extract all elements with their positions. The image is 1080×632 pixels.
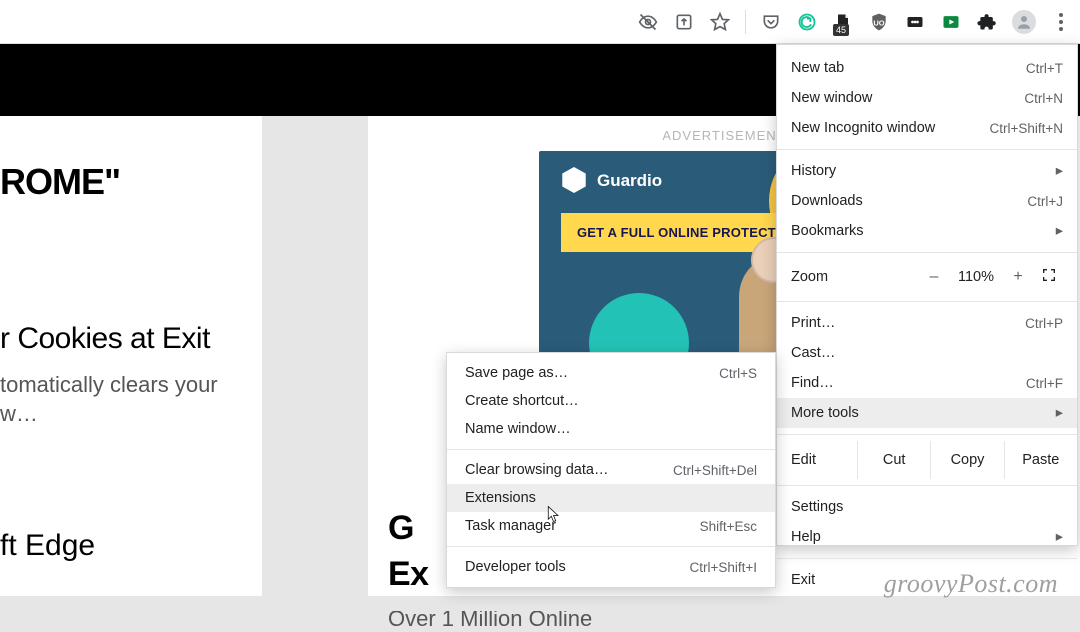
menu-zoom-row: Zoom – 110% + — [777, 259, 1077, 295]
star-icon[interactable] — [709, 11, 731, 33]
headline-line2: Ex — [388, 552, 429, 598]
chevron-right-icon: ▸ — [1056, 223, 1063, 239]
submenu-create-shortcut[interactable]: Create shortcut… — [447, 387, 775, 415]
extension-icon-green[interactable] — [940, 11, 962, 33]
headline-fragment-group: G Ex — [388, 506, 429, 598]
menu-edit-row: Edit Cut Copy Paste — [777, 441, 1077, 479]
menu-cut-button[interactable]: Cut — [857, 441, 930, 479]
extension-badge: 45 — [833, 24, 849, 36]
fullscreen-icon[interactable] — [1035, 267, 1063, 287]
extensions-puzzle-icon[interactable] — [976, 11, 998, 33]
submenu-clear-browsing[interactable]: Clear browsing data…Ctrl+Shift+Del — [447, 456, 775, 484]
pocket-extension-icon[interactable] — [760, 11, 782, 33]
submenu-save-page[interactable]: Save page as…Ctrl+S — [447, 359, 775, 387]
zoom-out-button[interactable]: – — [917, 268, 951, 286]
share-icon[interactable] — [673, 11, 695, 33]
menu-item-downloads[interactable]: DownloadsCtrl+J — [777, 186, 1077, 216]
ublock-extension-icon[interactable]: UO — [868, 11, 890, 33]
profile-avatar-icon[interactable] — [1012, 10, 1036, 34]
watermark-text: groovyPost.com — [884, 569, 1058, 599]
menu-item-new-window[interactable]: New windowCtrl+N — [777, 83, 1077, 113]
eye-off-icon[interactable] — [637, 11, 659, 33]
subhead-cookies: r Cookies at Exit — [0, 322, 250, 356]
browser-toolbar: 45 UO — [0, 0, 1080, 44]
chrome-menu-button[interactable] — [1050, 11, 1072, 33]
toolbar-separator — [745, 10, 746, 34]
menu-item-print[interactable]: Print…Ctrl+P — [777, 308, 1077, 338]
submenu-developer-tools[interactable]: Developer toolsCtrl+Shift+I — [447, 553, 775, 581]
menu-paste-button[interactable]: Paste — [1004, 441, 1077, 479]
menu-item-incognito[interactable]: New Incognito windowCtrl+Shift+N — [777, 113, 1077, 143]
headline-fragment: ROME" — [0, 162, 250, 202]
submenu-task-manager[interactable]: Task managerShift+Esc — [447, 512, 775, 540]
subhead-edge: ft Edge — [0, 529, 250, 563]
paragraph-fragment: tomatically clears your w… — [0, 370, 250, 429]
more-tools-submenu: Save page as…Ctrl+S Create shortcut… Nam… — [446, 352, 776, 588]
chevron-right-icon: ▸ — [1056, 163, 1063, 179]
menu-item-history[interactable]: History▸ — [777, 156, 1077, 186]
article-panel-left: ROME" r Cookies at Exit tomatically clea… — [0, 116, 262, 596]
extension-icon-dots[interactable] — [904, 11, 926, 33]
menu-item-help[interactable]: Help▸ — [777, 522, 1077, 552]
menu-item-settings[interactable]: Settings — [777, 492, 1077, 522]
menu-item-more-tools[interactable]: More tools▸ — [777, 398, 1077, 428]
zoom-label: Zoom — [791, 269, 917, 285]
extension-icon-dark[interactable]: 45 — [832, 11, 854, 33]
chrome-main-menu: New tabCtrl+T New windowCtrl+N New Incog… — [776, 44, 1078, 546]
zoom-value: 110% — [951, 269, 1001, 285]
grammarly-extension-icon[interactable] — [796, 11, 818, 33]
svg-text:UO: UO — [873, 18, 884, 27]
chevron-right-icon: ▸ — [1056, 405, 1063, 421]
menu-copy-button[interactable]: Copy — [930, 441, 1003, 479]
menu-item-bookmarks[interactable]: Bookmarks▸ — [777, 216, 1077, 246]
ad-decor-circle — [589, 293, 689, 357]
headline-line1: G — [388, 506, 429, 552]
submenu-extensions[interactable]: Extensions — [447, 484, 775, 512]
menu-item-find[interactable]: Find…Ctrl+F — [777, 368, 1077, 398]
chevron-right-icon: ▸ — [1056, 529, 1063, 545]
menu-item-new-tab[interactable]: New tabCtrl+T — [777, 53, 1077, 83]
submenu-name-window[interactable]: Name window… — [447, 415, 775, 443]
zoom-in-button[interactable]: + — [1001, 268, 1035, 286]
edit-label: Edit — [777, 452, 857, 468]
menu-item-cast[interactable]: Cast… — [777, 338, 1077, 368]
